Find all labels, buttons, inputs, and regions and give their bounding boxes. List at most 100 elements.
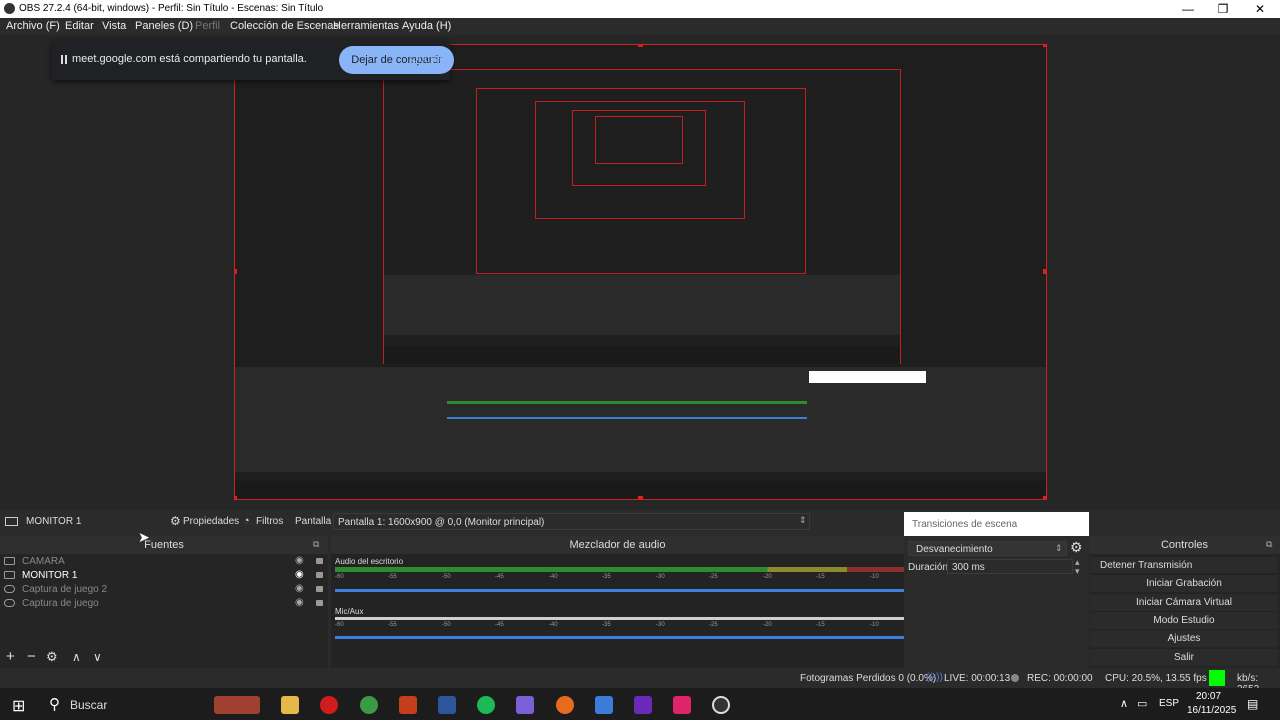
properties-button[interactable]: Propiedades xyxy=(183,516,239,527)
network-icon[interactable]: ▭ xyxy=(1137,697,1147,710)
duration-value: 300 ms xyxy=(952,562,985,573)
lock-icon[interactable] xyxy=(316,600,323,606)
taskbar-search[interactable]: Buscar xyxy=(70,698,107,712)
tick-label: -10 xyxy=(870,574,879,580)
screen-select[interactable]: Pantalla 1: 1600x900 @ 0,0 (Monitor prin… xyxy=(333,513,810,530)
source-item[interactable]: MONITOR 1 ◉ xyxy=(0,569,328,583)
windows-start-icon[interactable]: ⊞ xyxy=(12,696,25,716)
chrome-icon[interactable] xyxy=(360,696,378,714)
file-explorer-icon[interactable] xyxy=(281,696,299,714)
float-icon[interactable]: ⧉ xyxy=(313,539,319,550)
preview-canvas[interactable] xyxy=(234,44,1047,500)
source-item[interactable]: Captura de juego ◉ xyxy=(0,597,328,611)
start-virtual-camera-button[interactable]: Iniciar Cámara Virtual xyxy=(1090,593,1278,611)
transition-settings-gear-icon[interactable]: ⚙ xyxy=(1070,539,1083,556)
resize-handle[interactable] xyxy=(1043,269,1046,274)
tiktok-icon[interactable] xyxy=(673,696,691,714)
clock-date[interactable]: 16/11/2025 xyxy=(1187,705,1236,716)
lock-icon[interactable] xyxy=(316,572,323,578)
chevron-up-icon[interactable]: ∧ xyxy=(1120,697,1128,710)
maximize-button[interactable]: ❐ xyxy=(1205,0,1241,18)
float-icon[interactable]: ⧉ xyxy=(1266,539,1272,550)
search-icon[interactable]: ⚲ xyxy=(49,695,60,713)
menu-editar[interactable]: Editar xyxy=(65,20,94,32)
menu-paneles[interactable]: Paneles (D) xyxy=(135,20,193,32)
filters-button[interactable]: Filtros xyxy=(256,516,283,527)
hide-banner-link[interactable]: Ocultar xyxy=(410,53,445,65)
powerpoint-icon[interactable] xyxy=(399,696,417,714)
app-orange-icon[interactable] xyxy=(556,696,574,714)
lock-icon[interactable] xyxy=(316,558,323,564)
close-button[interactable]: ✕ xyxy=(1242,0,1278,18)
copilot-icon[interactable] xyxy=(516,696,534,714)
menu-herramientas[interactable]: Herramientas xyxy=(333,20,399,32)
filter-icon: ◔ xyxy=(243,515,250,527)
source-item[interactable]: CAMARA ◉ xyxy=(0,555,328,569)
notifications-icon[interactable]: ▤ xyxy=(1247,697,1258,711)
spotify-icon[interactable] xyxy=(477,696,495,714)
minimize-button[interactable]: — xyxy=(1170,0,1206,18)
gear-icon: ⚙ xyxy=(170,514,181,528)
nested-obs-docks xyxy=(384,275,900,335)
remove-source-button[interactable]: − xyxy=(27,648,36,665)
screen-share-banner: meet.google.com está compartiendo tu pan… xyxy=(52,40,454,80)
audio-level-meter xyxy=(335,617,904,620)
tick-label: -55 xyxy=(388,622,397,628)
resize-handle[interactable] xyxy=(235,496,237,499)
spin-down-icon[interactable]: ▾ xyxy=(1075,566,1080,577)
rec-icon xyxy=(1011,674,1019,682)
move-up-button[interactable]: ∧ xyxy=(72,650,81,664)
menu-perfil[interactable]: Perfil xyxy=(195,20,220,32)
tick-label: -50 xyxy=(442,574,451,580)
channel-name: Mic/Aux xyxy=(335,607,364,616)
nested-capture-2 xyxy=(476,88,806,274)
obs-taskbar-icon[interactable] xyxy=(712,696,730,714)
resize-handle[interactable] xyxy=(1043,496,1046,499)
clock-time[interactable]: 20:07 xyxy=(1196,691,1221,702)
menu-vista[interactable]: Vista xyxy=(102,20,126,32)
stop-streaming-button[interactable]: Detener Transmisión xyxy=(1090,556,1278,573)
obs-app-icon xyxy=(4,3,15,14)
calculator-icon[interactable] xyxy=(595,696,613,714)
add-source-button[interactable]: + xyxy=(6,648,15,665)
source-properties-button[interactable]: ⚙ xyxy=(46,649,58,665)
nested-capture-5 xyxy=(595,116,683,164)
word-icon[interactable] xyxy=(438,696,456,714)
opera-icon[interactable] xyxy=(320,696,338,714)
tick-label: -45 xyxy=(495,574,504,580)
source-label: Captura de juego xyxy=(22,598,99,609)
studio-mode-button[interactable]: Modo Estudio xyxy=(1090,611,1278,629)
resize-handle[interactable] xyxy=(1043,45,1046,47)
app-purple-icon[interactable] xyxy=(634,696,652,714)
resize-handle[interactable] xyxy=(638,45,643,47)
duration-field[interactable]: 300 ms xyxy=(947,559,1073,574)
tick-label: -20 xyxy=(763,622,772,628)
eye-icon[interactable]: ◉ xyxy=(295,569,304,580)
menu-archivo[interactable]: Archivo (F) xyxy=(6,20,60,32)
game-app-icon[interactable] xyxy=(214,696,260,714)
resize-handle[interactable] xyxy=(235,269,237,274)
source-item[interactable]: Captura de juego 2 ◉ xyxy=(0,583,328,597)
volume-slider[interactable] xyxy=(335,636,904,639)
eye-hidden-icon[interactable]: ◉ xyxy=(295,555,304,566)
channel-name: Audio del escritorio xyxy=(335,557,404,566)
lock-icon[interactable] xyxy=(316,586,323,592)
move-down-button[interactable]: ∨ xyxy=(93,650,102,664)
sources-footer: + − ⚙ ∧ ∨ xyxy=(0,648,328,668)
eye-hidden-icon[interactable]: ◉ xyxy=(295,597,304,608)
exit-button[interactable]: Salir xyxy=(1090,648,1278,666)
start-recording-button[interactable]: Iniciar Grabación xyxy=(1090,574,1278,592)
volume-slider[interactable] xyxy=(335,589,904,592)
tick-label: -10 xyxy=(870,622,879,628)
selected-source-name: MONITOR 1 xyxy=(26,516,82,527)
settings-button[interactable]: Ajustes xyxy=(1090,629,1278,647)
menu-ayuda[interactable]: Ayuda (H) xyxy=(402,20,451,32)
language-indicator[interactable]: ESP xyxy=(1159,698,1179,709)
eye-hidden-icon[interactable]: ◉ xyxy=(295,583,304,594)
transition-select[interactable]: Desvanecimiento ⇕ xyxy=(908,541,1067,556)
audio-mixer-dock: Mezclador de audio xyxy=(331,536,904,668)
tick-label: -55 xyxy=(388,574,397,580)
resize-handle[interactable] xyxy=(638,496,643,499)
cpu-usage: CPU: 20.5%, 13.55 fps xyxy=(1105,673,1207,684)
menu-coleccion-escenas[interactable]: Colección de Escenas xyxy=(230,20,339,32)
